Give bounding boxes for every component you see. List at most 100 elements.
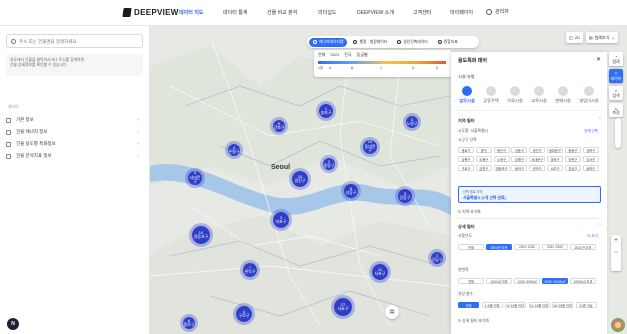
more-link[interactable]: 더 보기 — [587, 234, 598, 239]
filter-chip[interactable]: 구로구 — [458, 165, 474, 171]
facility-retail[interactable]: 판매시설 — [551, 86, 575, 104]
filter-chip[interactable]: 도봉구 — [475, 156, 492, 162]
cluster-marker[interactable]: 3 노원구 — [403, 113, 421, 131]
filter-chip[interactable]: 양천구 — [564, 156, 581, 162]
menu-item-analysis-info[interactable]: 건물 분석지표 정보 › — [6, 150, 143, 162]
mode-index[interactable]: 종합지표 — [434, 38, 462, 47]
compass-control[interactable] — [615, 118, 621, 148]
cluster-marker[interactable]: 6 종로구 — [180, 314, 198, 332]
filter-chip[interactable]: 서초구 — [547, 165, 563, 171]
cluster-marker[interactable]: 3 마포구 — [270, 209, 292, 231]
mode-production-data[interactable]: 생산건축데이터 — [393, 38, 431, 47]
mode-energy-map[interactable]: 에너지데이터맵 — [309, 37, 348, 47]
nav-leadership[interactable]: 리더십드 — [318, 9, 336, 16]
cluster-marker[interactable]: 15 동대문구 — [360, 137, 380, 157]
reset-detail-button[interactable]: ↻ 상세 필터 초기화 — [458, 318, 489, 324]
cluster-marker[interactable]: 7 관악구 — [240, 260, 260, 280]
chevron-up-icon[interactable]: ⌃ — [598, 117, 602, 123]
filter-chip[interactable]: 3000~10000㎡ — [542, 278, 568, 284]
filter-chip[interactable]: 1000㎡ 이하 — [486, 278, 512, 284]
filter-chip[interactable]: 성북구 — [582, 147, 599, 153]
legend-filter[interactable]: 등급별 — [357, 52, 368, 58]
filter-chip[interactable]: 광진구 — [529, 147, 546, 153]
filter-chip[interactable]: 10000㎡ 초과 — [570, 278, 596, 284]
reset-region-button[interactable]: ↻ 지역 초기화 — [458, 209, 481, 215]
filter-chip[interactable]: 16~20층 이하 — [552, 302, 573, 308]
legend-filter[interactable]: 2021 — [330, 52, 339, 58]
cluster-marker[interactable]: 3 강동구 — [395, 186, 415, 206]
tool-layer[interactable]: ▽ 레이어 — [609, 69, 623, 83]
nav-support[interactable]: 고객센터 — [413, 9, 431, 16]
legend-toggle-button[interactable]: ▤ 범례보기 ⌄ — [585, 32, 618, 43]
filter-chip[interactable]: 마포구 — [547, 156, 563, 162]
filter-chip[interactable]: 은평구 — [511, 156, 528, 162]
cluster-marker[interactable]: 27 서초구 — [331, 295, 355, 319]
filter-chip[interactable]: 1~5층 이하 — [481, 302, 503, 308]
locate-button[interactable]: ✲ — [385, 305, 399, 319]
filter-chip[interactable]: 관악구 — [529, 165, 546, 171]
filter-chip[interactable]: 송파구 — [582, 165, 599, 171]
filter-chip[interactable]: 2001~2010 — [514, 244, 540, 250]
north-button[interactable]: N — [7, 318, 19, 330]
nav-building-compare[interactable]: 건물 비교 분석 — [267, 9, 297, 16]
facility-office[interactable]: 업무시설 — [455, 86, 479, 104]
cluster-marker[interactable]: 4 은평구 — [225, 141, 243, 159]
chevron-up-icon[interactable]: ⌃ — [598, 223, 602, 229]
zoom-in-button[interactable]: + — [611, 235, 621, 247]
filter-chip[interactable]: 1000~3000㎡ — [514, 278, 540, 284]
cluster-marker[interactable]: 2 강남구 — [428, 249, 446, 267]
cluster-marker[interactable]: 6 강북구 — [270, 117, 288, 135]
logo[interactable]: DEEPVIEW — [122, 8, 179, 17]
view-2d-button[interactable]: ◫ 2D — [566, 32, 583, 43]
assistant-icon[interactable] — [611, 318, 625, 332]
filter-chip[interactable]: 강북구 — [458, 156, 474, 162]
user-menu[interactable]: 관리자 — [486, 8, 509, 15]
filter-chip[interactable]: 전체 — [458, 302, 479, 308]
cluster-marker[interactable]: 14 영등포구 — [189, 223, 213, 247]
cluster-marker[interactable]: 5 서대문구 — [185, 168, 205, 188]
filter-chip[interactable]: 용산구 — [493, 147, 510, 153]
filter-chip[interactable]: 종로구 — [458, 147, 474, 153]
tool-measure[interactable]: ⟂ 측정 — [609, 103, 623, 117]
cluster-marker[interactable]: 4 구로구 — [233, 303, 255, 325]
filter-chip[interactable]: 영등포구 — [493, 165, 510, 171]
facility-apartment[interactable]: 공동주택 — [479, 86, 503, 104]
nav-mypage[interactable]: 마이페이지 — [450, 9, 473, 16]
menu-item-usage-info[interactable]: 건물 용도별 특화정보 › — [6, 138, 143, 150]
filter-chip[interactable]: 전체 — [458, 278, 484, 284]
cluster-marker[interactable]: 3 중랑구 — [320, 155, 338, 173]
cluster-marker[interactable]: 1 송파구 — [316, 101, 336, 121]
filter-chip[interactable]: 2000년 이전 — [486, 244, 512, 250]
mode-admin-data[interactable]: 행정 · 법정데이터 — [349, 38, 391, 47]
cluster-marker[interactable]: 8 성동구 — [341, 181, 361, 201]
filter-chip[interactable]: 강서구 — [582, 156, 599, 162]
nav-data-map[interactable]: 데이터 지도 — [179, 9, 203, 16]
filter-chip[interactable]: 11~15층 이하 — [528, 302, 550, 308]
filter-chip[interactable]: 중구 — [475, 147, 492, 153]
nav-about[interactable]: DEEPVIEW 소개 — [357, 9, 394, 16]
filter-chip[interactable]: 성동구 — [511, 147, 528, 153]
search-box[interactable] — [6, 34, 143, 48]
menu-item-energy-info[interactable]: 건물 에너지 정보 › — [6, 126, 143, 138]
legend-filter[interactable]: 전체 — [318, 52, 325, 58]
close-icon[interactable]: ✕ — [596, 56, 601, 63]
filter-chip[interactable]: 금천구 — [475, 165, 492, 171]
legend-filter[interactable]: 전국 — [344, 52, 351, 58]
filter-chip[interactable]: 전체 — [458, 244, 484, 250]
facility-business[interactable]: 영업이시설 — [577, 86, 601, 104]
tool-search[interactable]: ⌕ 검색 — [609, 86, 623, 100]
filter-chip[interactable]: 6~10층 이하 — [505, 302, 526, 308]
filter-chip[interactable]: 21층 이상 — [575, 302, 597, 308]
tool-legend[interactable]: ◔ 범례 — [609, 52, 623, 66]
facility-medical[interactable]: 의료시설 — [503, 86, 527, 104]
filter-chip[interactable]: 노원구 — [493, 156, 510, 162]
nav-data-stats[interactable]: 데이터 통계 — [223, 9, 247, 16]
filter-chip[interactable]: 서대문구 — [529, 156, 546, 162]
filter-chip[interactable]: 강남구 — [564, 165, 581, 171]
zoom-out-button[interactable]: − — [611, 247, 621, 259]
facility-education[interactable]: 교육시설 — [527, 86, 551, 104]
filter-chip[interactable]: 동대문구 — [547, 147, 563, 153]
cluster-marker[interactable]: 15 광진구 — [289, 168, 311, 190]
search-input[interactable] — [19, 38, 139, 44]
select-all-link[interactable]: 전체 선택 — [584, 129, 598, 134]
